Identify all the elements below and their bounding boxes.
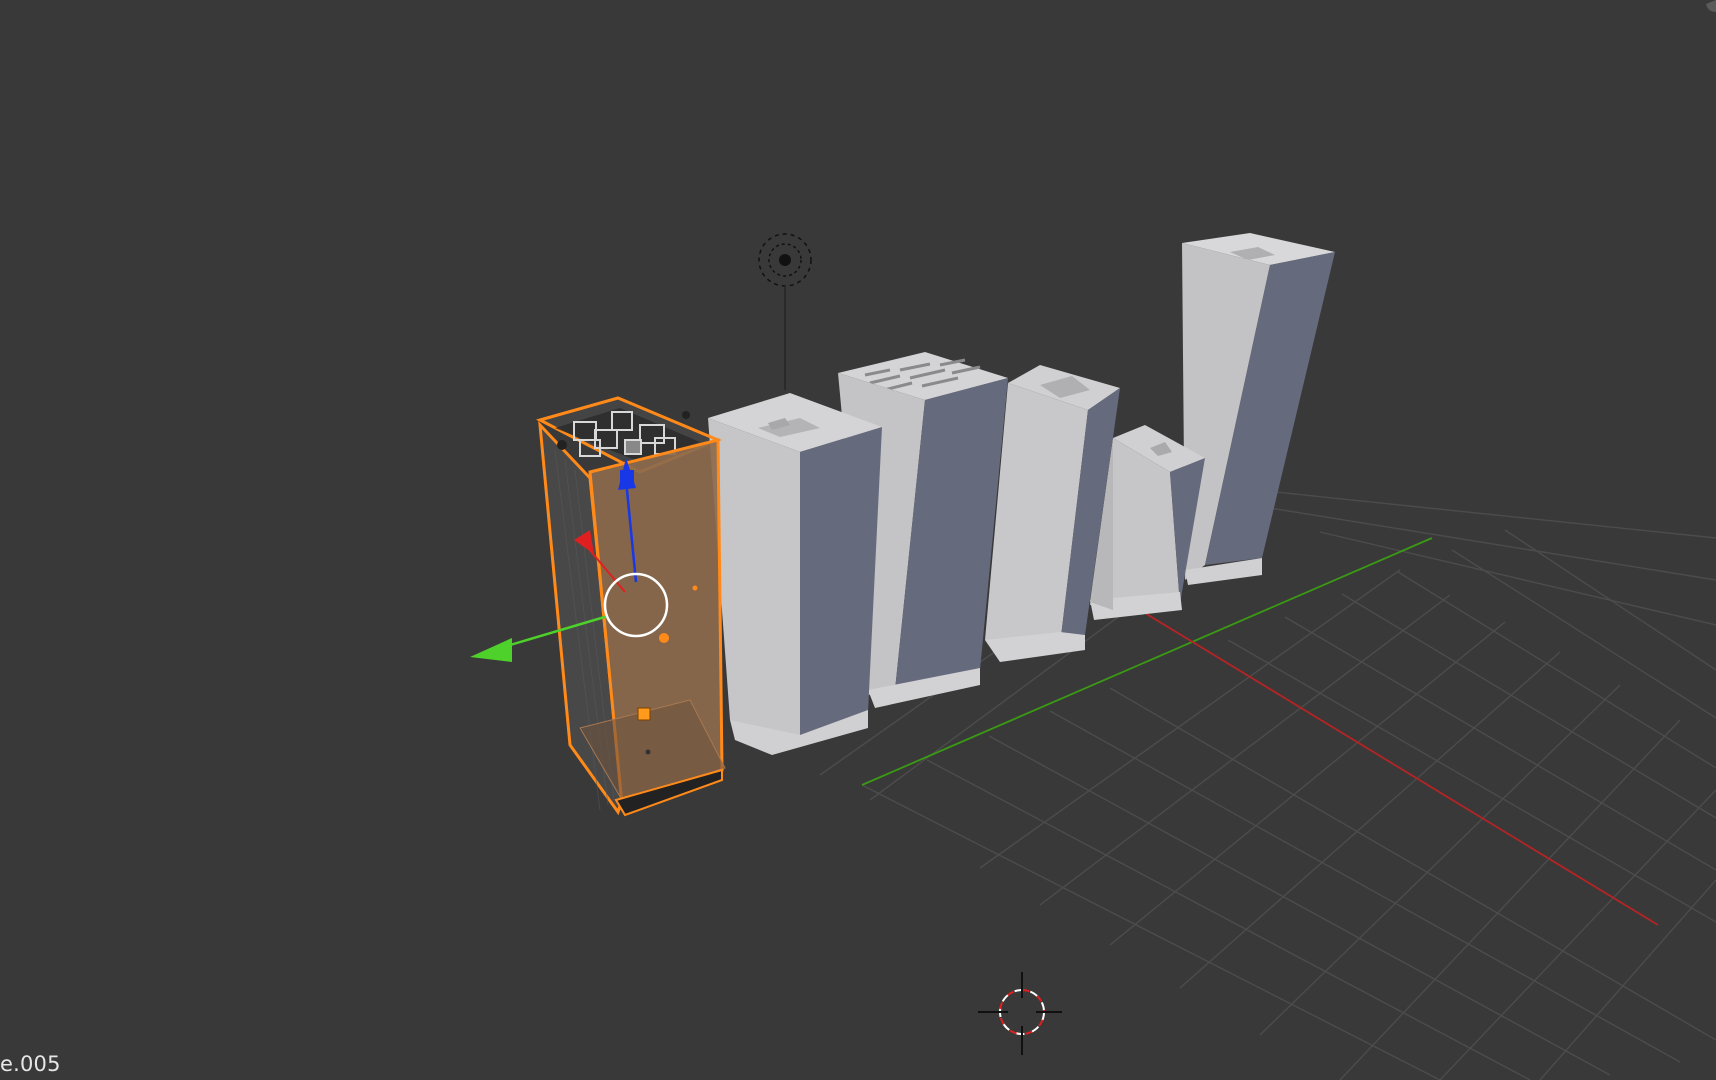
3d-cursor-icon[interactable]	[978, 972, 1062, 1055]
active-object-name: e.005	[0, 1052, 61, 1076]
3d-viewport[interactable]: e.005	[0, 0, 1716, 1080]
viewport-scene[interactable]	[0, 0, 1716, 1080]
building-2[interactable]	[708, 393, 882, 755]
y-axis-arrow	[470, 638, 512, 662]
building-tall[interactable]	[1182, 233, 1335, 585]
selected-object[interactable]	[535, 396, 726, 817]
x-axis-line	[1139, 609, 1659, 926]
lamp-icon[interactable]	[758, 233, 812, 390]
area-split-corner-icon[interactable]	[1698, 0, 1716, 18]
